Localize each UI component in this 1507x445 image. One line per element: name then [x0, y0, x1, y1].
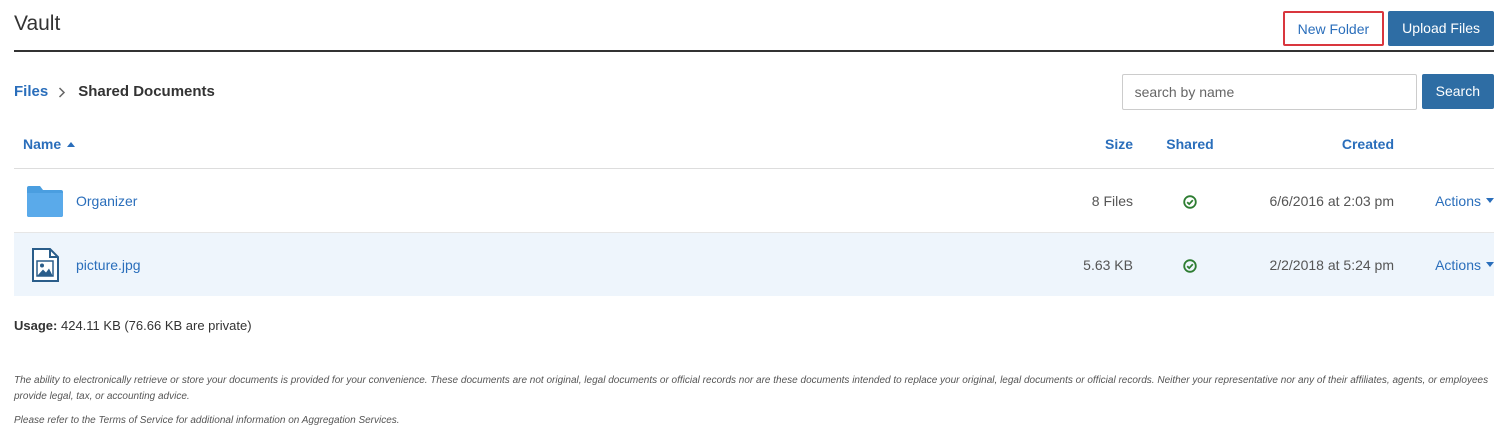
storage-usage: Usage: 424.11 KB (76.66 KB are private) — [14, 318, 1494, 333]
shared-status — [1133, 232, 1247, 296]
actions-dropdown[interactable]: Actions — [1435, 257, 1494, 273]
created-date: 2/2/2018 at 5:24 pm — [1247, 232, 1394, 296]
table-row: Organizer 8 Files 6/6/2016 at 2:03 pm Ac… — [14, 168, 1494, 233]
breadcrumb-current: Shared Documents — [78, 83, 215, 100]
check-circle-icon — [1183, 194, 1197, 209]
page-title: Vault — [14, 12, 61, 35]
file-size: 8 Files — [1014, 168, 1133, 233]
table-header-row: Name Size Shared Created — [14, 120, 1494, 169]
column-header-created[interactable]: Created — [1247, 120, 1394, 169]
disclaimer: The ability to electronically retrieve o… — [14, 373, 1494, 429]
actions-dropdown[interactable]: Actions — [1435, 193, 1494, 209]
search-input[interactable] — [1121, 74, 1417, 110]
toolbar: Files Shared Documents Search — [14, 52, 1494, 120]
column-header-size[interactable]: Size — [1014, 120, 1133, 169]
search-button[interactable]: Search — [1421, 74, 1494, 109]
usage-label: Usage: — [14, 318, 58, 333]
upload-files-button[interactable]: Upload Files — [1388, 11, 1494, 46]
breadcrumb: Files Shared Documents — [14, 83, 215, 100]
search-group: Search — [1121, 74, 1494, 110]
chevron-right-icon — [58, 86, 66, 98]
vault-page: Vault New Folder Upload Files Files Shar… — [14, 0, 1494, 437]
check-circle-icon — [1183, 258, 1197, 273]
shared-status — [1133, 168, 1247, 233]
caret-down-icon — [1486, 262, 1494, 267]
file-table: Name Size Shared Created Organizer 8 Fil… — [14, 120, 1494, 296]
file-size: 5.63 KB — [1014, 232, 1133, 296]
image-file-icon — [14, 247, 76, 282]
column-header-shared[interactable]: Shared — [1133, 120, 1247, 169]
column-header-actions — [1394, 120, 1494, 169]
header-actions: New Folder Upload Files — [1282, 11, 1494, 46]
page-header: Vault New Folder Upload Files — [14, 0, 1494, 52]
file-name-link[interactable]: picture.jpg — [76, 257, 141, 273]
disclaimer-text: The ability to electronically retrieve o… — [14, 375, 1489, 402]
sort-ascending-icon — [67, 141, 76, 147]
terms-note: Please refer to the Terms of Service for… — [14, 415, 400, 426]
breadcrumb-files-link[interactable]: Files — [14, 83, 48, 100]
caret-down-icon — [1486, 198, 1494, 203]
usage-value: 424.11 KB (76.66 KB are private) — [60, 318, 252, 333]
new-folder-button[interactable]: New Folder — [1282, 11, 1385, 46]
table-row: picture.jpg 5.63 KB 2/2/2018 at 5:24 pm … — [14, 232, 1494, 296]
created-date: 6/6/2016 at 2:03 pm — [1247, 168, 1394, 233]
file-name-link[interactable]: Organizer — [76, 193, 137, 209]
column-header-name[interactable]: Name — [14, 120, 1014, 169]
folder-icon — [14, 185, 76, 217]
